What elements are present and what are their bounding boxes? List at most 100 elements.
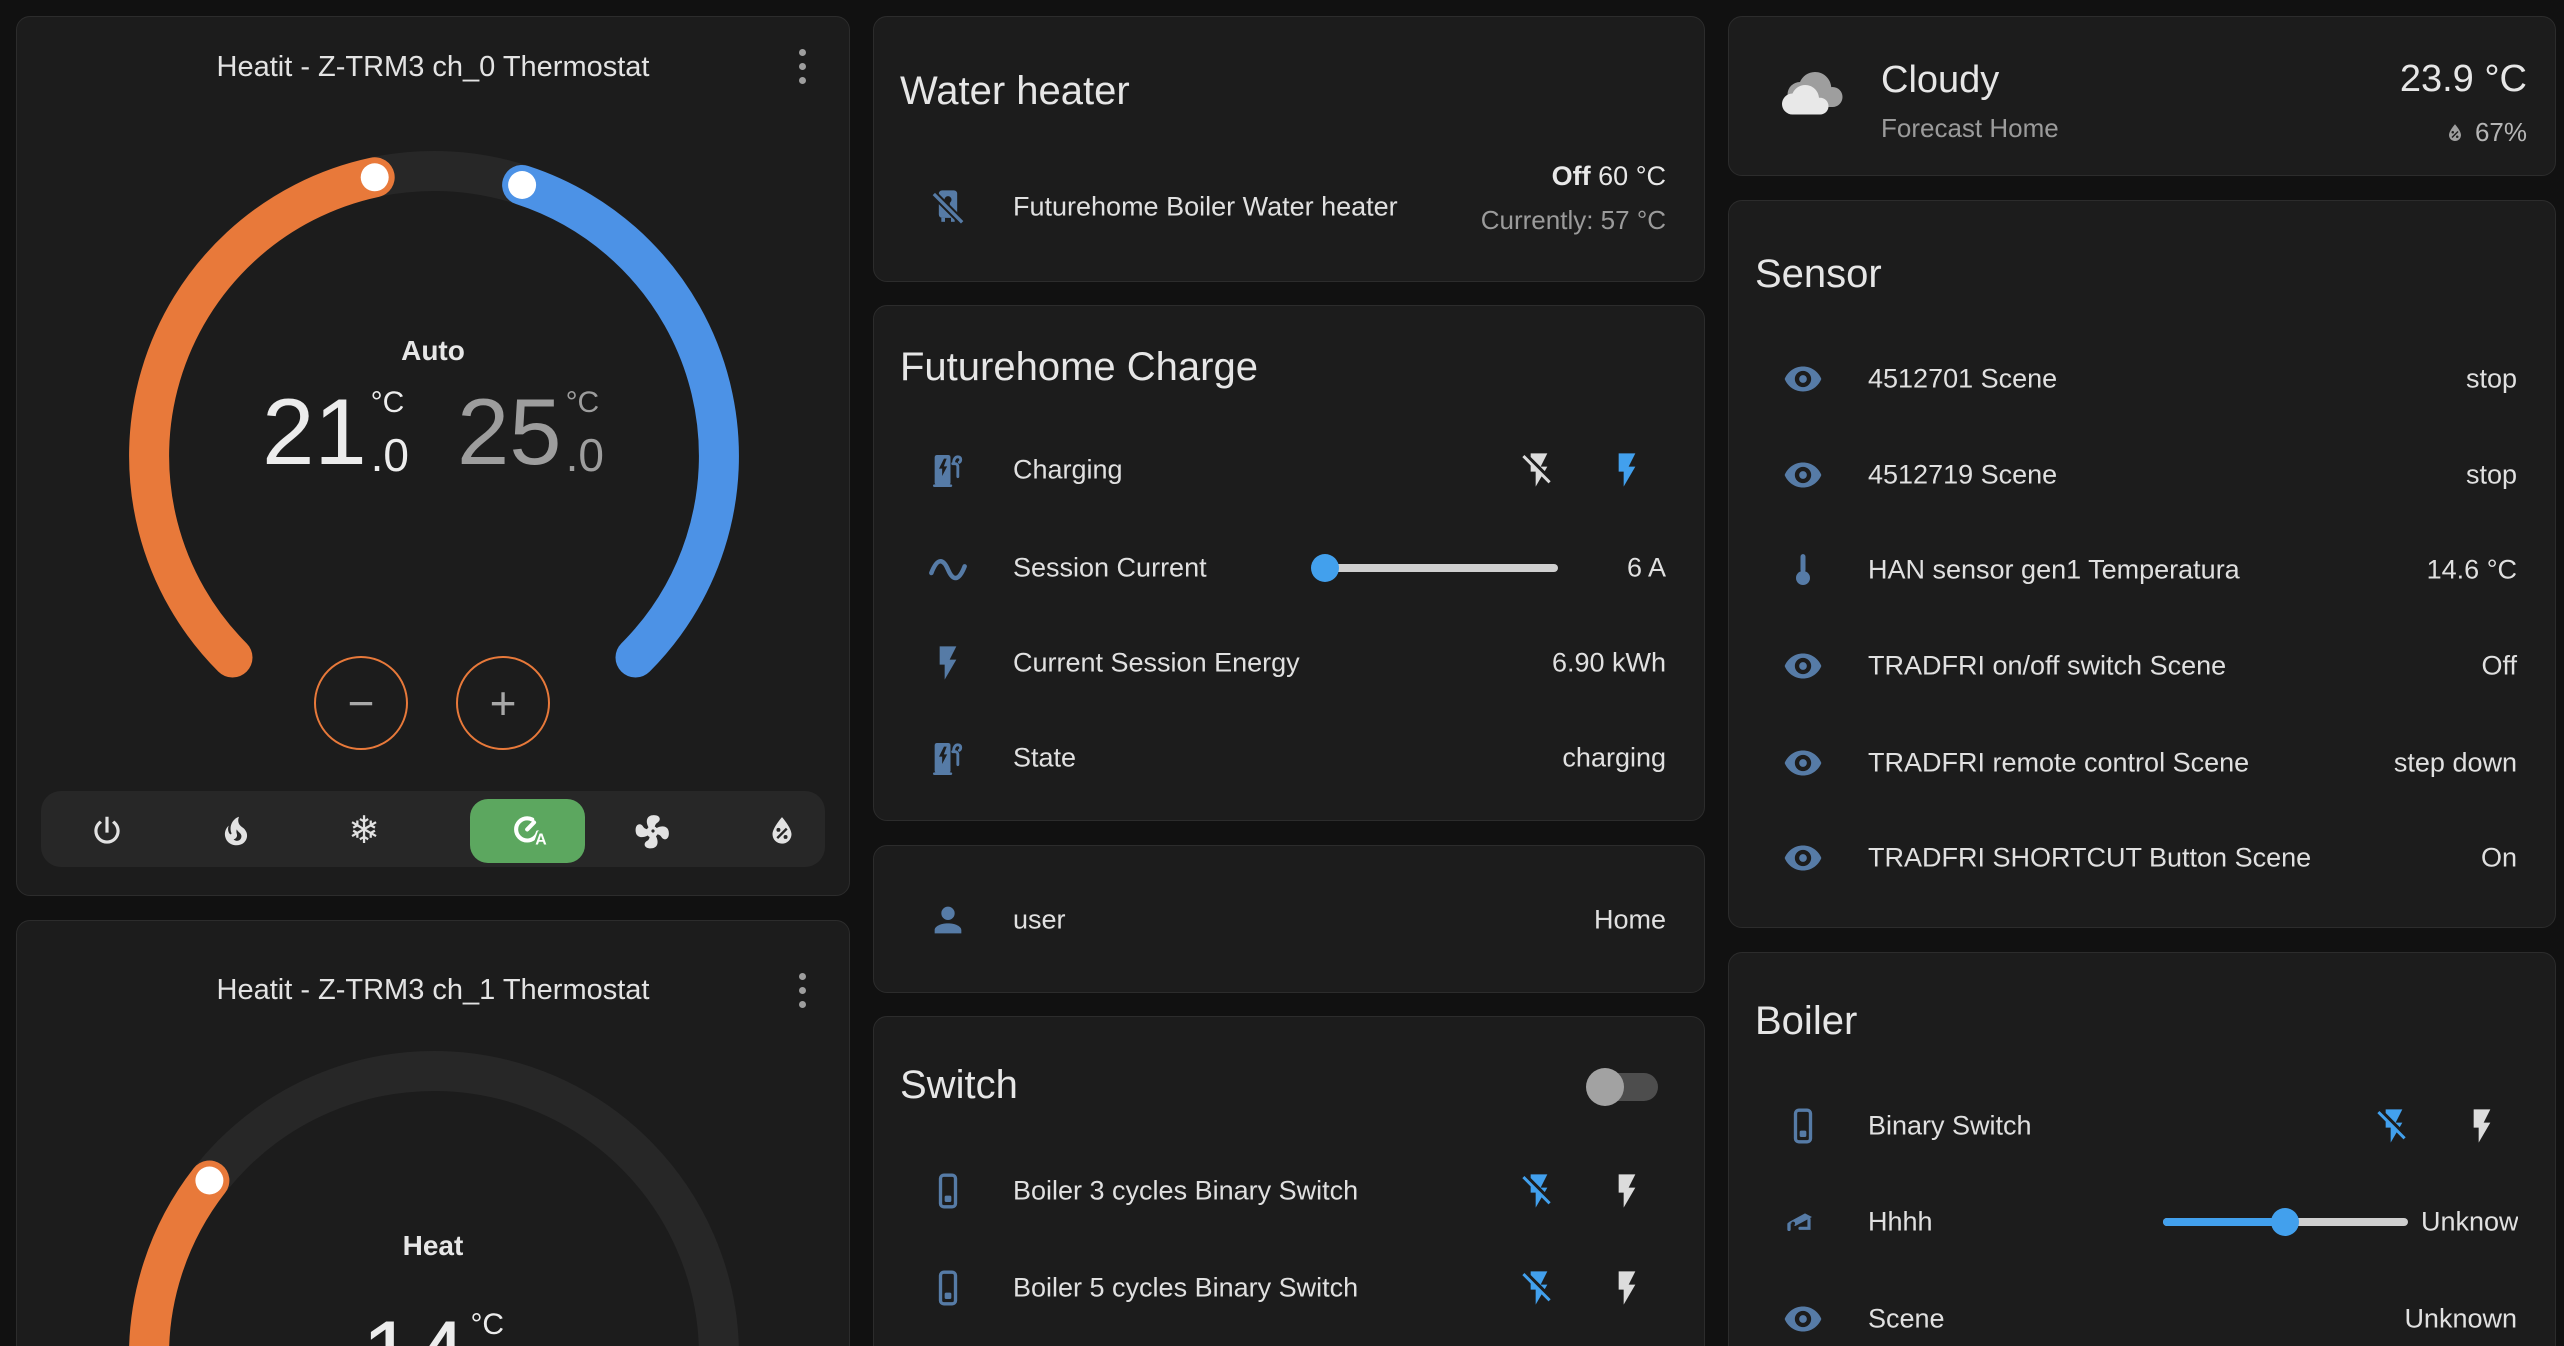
eye-icon [1783, 838, 1823, 878]
entity-row-charging[interactable]: Charging [900, 430, 1678, 510]
card-title: Sensor [1755, 253, 1882, 295]
flash-icon [1607, 1171, 1647, 1211]
slider-fill [2163, 1218, 2285, 1226]
mode-cool-button[interactable]: ❄ [334, 799, 394, 863]
entity-value: 14.6 °C [2427, 555, 2517, 586]
boiler-card: Boiler Binary Switch Hhhh Unknown Scene … [1728, 952, 2556, 1346]
flash-off-button[interactable] [1519, 1268, 1559, 1308]
power-icon [88, 812, 126, 850]
mode-fan-button[interactable] [623, 799, 683, 863]
entity-state: Off 60 °C Currently: 57 °C [1481, 161, 1666, 235]
weather-card[interactable]: Cloudy Forecast Home 23.9 °C 67% [1728, 16, 2556, 176]
flash-off-icon [1519, 1171, 1559, 1211]
mode-heat-button[interactable] [206, 799, 266, 863]
temp-unit: °C [470, 1310, 504, 1340]
entity-label: Futurehome Boiler Water heater [1013, 192, 1398, 223]
cctv-icon [1783, 1202, 1823, 1242]
flash-button[interactable] [2462, 1106, 2502, 1146]
setpoint-value: 14 [362, 1307, 467, 1346]
entity-value: Unknown [2421, 1207, 2518, 1238]
state-mode: Off [1552, 161, 1591, 191]
more-menu-icon[interactable] [792, 973, 812, 1008]
more-menu-icon[interactable] [792, 49, 812, 84]
flash-off-button[interactable] [1519, 1171, 1559, 1211]
entity-label: State [1013, 743, 1076, 774]
flash-off-icon [2374, 1106, 2414, 1146]
low-setpoint-decimal: .0 [371, 434, 409, 476]
entity-row-scene-4512701[interactable]: 4512701 Scene stop [1755, 339, 2529, 419]
entity-label: 4512719 Scene [1868, 460, 2057, 491]
entity-row-hhhh[interactable]: Hhhh Unknown [1755, 1182, 2529, 1262]
snowflake-icon: ❄ [348, 812, 380, 850]
fire-icon [217, 812, 255, 850]
thermostat-card-ch0: Heatit - Z-TRM3 ch_0 Thermostat Auto 21 … [16, 16, 850, 896]
entity-row-water-heater[interactable]: Futurehome Boiler Water heater Off 60 °C… [900, 159, 1678, 255]
thermostat-title: Heatit - Z-TRM3 ch_1 Thermostat [17, 974, 849, 1007]
flash-button[interactable] [1607, 1171, 1647, 1211]
entity-row-scene[interactable]: Scene Unknown [1755, 1279, 2529, 1346]
entity-value: Off [2481, 651, 2517, 682]
entity-value: 6 A [1627, 553, 1666, 584]
entity-row-han-temperature[interactable]: HAN sensor gen1 Temperatura 14.6 °C [1755, 530, 2529, 610]
dial-handle[interactable] [195, 1167, 223, 1195]
flash-button[interactable] [1607, 450, 1647, 490]
entity-row-boiler5[interactable]: Boiler 5 cycles Binary Switch [900, 1248, 1678, 1328]
ev-station-icon [928, 450, 968, 490]
card-title: Futurehome Charge [900, 346, 1258, 388]
switch-card: Switch Boiler 3 cycles Binary Switch Boi… [873, 1016, 1705, 1346]
slider-thumb[interactable] [2271, 1208, 2299, 1236]
session-current-slider[interactable] [1321, 564, 1558, 572]
entity-row-user[interactable]: user Home [900, 880, 1678, 960]
entity-row-binary-switch[interactable]: Binary Switch [1755, 1086, 2529, 1166]
hhhh-slider[interactable] [2163, 1218, 2408, 1226]
entity-row-session-energy[interactable]: Current Session Energy 6.90 kWh [900, 623, 1678, 703]
entity-label: HAN sensor gen1 Temperatura [1868, 555, 2240, 586]
entity-label: 4512701 Scene [1868, 364, 2057, 395]
entity-value: 6.90 kWh [1552, 648, 1666, 679]
entity-label: TRADFRI SHORTCUT Button Scene [1868, 843, 2311, 874]
thermostat-card-ch1: Heatit - Z-TRM3 ch_1 Thermostat Heat 14 … [16, 920, 850, 1346]
weather-humidity: 67% [2443, 117, 2527, 148]
entity-row-boiler3[interactable]: Boiler 3 cycles Binary Switch [900, 1151, 1678, 1231]
setpoint: 14 °C [362, 1307, 504, 1346]
ev-station-icon [928, 738, 968, 778]
high-setpoint-decimal: .0 [566, 434, 604, 476]
temp-increase-button[interactable]: + [456, 656, 550, 750]
flash-off-button[interactable] [2374, 1106, 2414, 1146]
mode-off-button[interactable] [77, 799, 137, 863]
flash-button[interactable] [1607, 1268, 1647, 1308]
weather-condition: Cloudy [1881, 59, 1999, 102]
rocker-switch-icon [928, 1268, 968, 1308]
entity-value: Unknown [2404, 1304, 2517, 1335]
mode-auto-button[interactable] [470, 799, 585, 863]
humidity-value: 67% [2475, 117, 2527, 148]
entity-row-scene-4512719[interactable]: 4512719 Scene stop [1755, 435, 2529, 515]
dial-low-handle[interactable] [361, 163, 389, 191]
flash-off-button[interactable] [1519, 450, 1559, 490]
high-setpoint: 25 °C .0 [457, 385, 604, 479]
entity-row-session-current[interactable]: Session Current 6 A [900, 528, 1678, 608]
entity-label: TRADFRI remote control Scene [1868, 748, 2249, 779]
switch-group-toggle[interactable] [1590, 1073, 1658, 1101]
hvac-mode-row: ❄ [41, 791, 825, 867]
entity-value: Home [1594, 905, 1666, 936]
slider-thumb[interactable] [1311, 554, 1339, 582]
water-percent-icon [2443, 121, 2467, 145]
weather-temperature: 23.9 °C [2400, 58, 2527, 101]
water-percent-icon [763, 812, 801, 850]
eye-icon [1783, 455, 1823, 495]
entity-label: Boiler 3 cycles Binary Switch [1013, 1176, 1358, 1207]
entity-label: Hhhh [1868, 1207, 1933, 1238]
temp-decrease-button[interactable]: − [314, 656, 408, 750]
entity-row-state[interactable]: State charging [900, 718, 1678, 798]
dial-high-handle[interactable] [508, 171, 536, 199]
flash-icon [2462, 1106, 2502, 1146]
entity-row-tradfri-remote[interactable]: TRADFRI remote control Scene step down [1755, 723, 2529, 803]
entity-row-tradfri-shortcut[interactable]: TRADFRI SHORTCUT Button Scene On [1755, 818, 2529, 898]
rocker-switch-icon [928, 1171, 968, 1211]
mode-dry-button[interactable] [752, 799, 812, 863]
entity-label: Charging [1013, 455, 1123, 486]
entity-row-tradfri-onoff[interactable]: TRADFRI on/off switch Scene Off [1755, 626, 2529, 706]
flash-off-icon [1519, 450, 1559, 490]
flash-off-icon [1519, 1268, 1559, 1308]
